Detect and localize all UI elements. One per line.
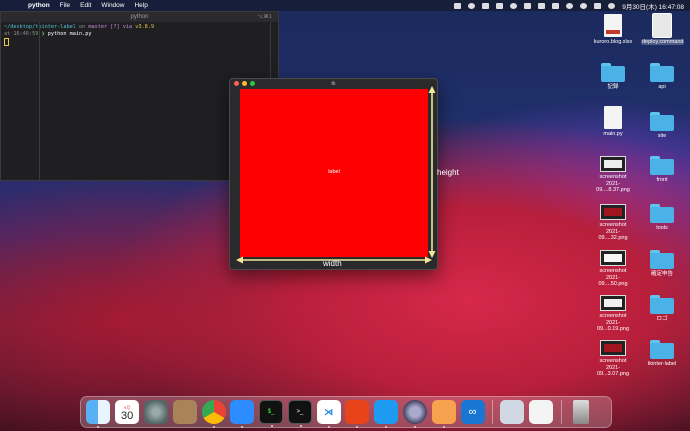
zoom-icon[interactable] [250,81,255,86]
calendar-icon[interactable]: 9月 30 [115,400,140,424]
menu-edit[interactable]: Edit [80,2,91,9]
image-thumbnail-icon [600,156,626,172]
python-file-icon [604,106,622,129]
record-icon[interactable] [468,2,476,9]
dock-separator [491,400,493,424]
preview-icon[interactable] [431,400,456,428]
desktop-file-kuroro[interactable]: kuroro.blog.xlsx [592,14,634,46]
desktop-file-main-py[interactable]: main.py [592,106,634,138]
terminal-title: python [130,14,149,20]
folder-icon [650,63,674,82]
menu-help[interactable]: Help [134,2,147,9]
vscode-icon[interactable]: ⋊ [316,400,341,428]
minimize-icon[interactable] [242,81,247,86]
desktop-folder-site[interactable]: site [641,112,683,140]
shell-script-icon [652,13,672,38]
status-area: 9月30日(木) 16:47:08 [454,0,684,11]
terminal-shortcut: ⌥⌘1 [257,14,272,20]
terminal-cursor [4,38,9,46]
menu-file[interactable]: File [60,2,70,9]
image-thumbnail-icon [600,295,626,311]
tk-title-bar[interactable]: tk [230,79,437,88]
menu-app-name[interactable]: python [28,2,50,9]
zoom-icon[interactable] [230,400,255,428]
trash-icon[interactable] [572,400,589,424]
folder-icon [601,63,625,82]
document-stack-icon[interactable] [529,400,554,424]
desktop-file-deploy[interactable]: deploy.command [641,13,685,46]
desktop-folder-kiroku[interactable]: 記録 [592,63,634,91]
dock-separator [560,400,562,424]
folder-icon [650,204,674,223]
image-thumbnail-icon [600,250,626,266]
chrome-icon[interactable] [201,400,226,428]
desktop-folder-tkinter-label[interactable]: tkinter-label [641,340,683,368]
desktop-screenshot-4[interactable]: screenshot 2021-09...0.19.png [592,295,634,333]
tk-title: tk [331,80,336,87]
battery-icon[interactable] [552,2,560,9]
folder-icon [650,295,674,314]
docker-icon[interactable] [482,2,490,9]
contacts-icon[interactable] [172,400,197,424]
window-controls [234,81,255,86]
copilot-icon[interactable] [345,400,370,428]
close-icon[interactable] [234,81,239,86]
desktop-screenshot-1[interactable]: screenshot 2021-09....8.37.png [592,156,634,194]
desktop-folder-tools[interactable]: tools [641,204,683,232]
menu-window[interactable]: Window [101,2,124,9]
search-icon[interactable] [580,2,588,9]
infinity-icon[interactable]: ∞ [460,400,485,424]
desktop-folder-api[interactable]: api [641,63,683,91]
menu-clock[interactable]: 9月30日(木) 16:47:08 [622,1,684,11]
desktop-folder-kakutei[interactable]: 確定申告 [641,250,683,278]
docker-icon[interactable] [374,400,399,428]
tk-label-area: label [240,89,428,257]
desktop-folder-front[interactable]: front [641,156,683,184]
spreadsheet-icon [604,14,622,37]
desktop-screenshot-2[interactable]: screenshot 2021-09....32.png [592,204,634,242]
clipboard-icon[interactable] [524,2,532,9]
folder-icon [650,156,674,175]
quicktime-icon[interactable] [402,400,427,428]
activity-monitor-icon[interactable]: $_ [259,400,284,427]
dropbox-icon[interactable] [496,2,504,9]
display-icon[interactable] [454,2,462,9]
terminal-icon[interactable]: >_ [287,400,312,427]
system-preferences-icon[interactable] [143,400,168,424]
cloud-icon[interactable] [510,2,518,9]
control-center-icon[interactable] [594,2,602,9]
prompt-time: at 16:46:59 [4,31,39,37]
tk-label: label [328,169,340,175]
desktop-screenshot-5[interactable]: screenshot 2021-09...3.07.png [592,340,634,378]
siri-icon[interactable] [608,2,616,9]
tk-window[interactable]: tk label [229,78,438,270]
width-label: width [323,259,342,268]
wifi-icon[interactable] [566,2,574,9]
dock: 9月 30 $_ >_ ⋊ ∞ [80,396,612,428]
bluetooth-icon[interactable] [538,2,546,9]
image-thumbnail-icon [600,340,626,356]
folder-icon [650,112,674,131]
finder-icon[interactable] [86,400,111,428]
image-thumbnail-icon [600,204,626,220]
height-label: height [437,168,459,177]
menu-bar: python File Edit Window Help 9月30日(木) 16… [0,0,690,11]
desktop-folder-logo[interactable]: ロゴ [641,295,683,323]
desktop-screenshot-3[interactable]: screenshot 2021-09....50.png [592,250,634,288]
folder-icon [650,340,674,359]
terminal-title-bar[interactable]: python ⌥⌘1 [1,12,278,22]
folder-icon [650,250,674,269]
downloads-stack-icon[interactable] [500,400,525,424]
